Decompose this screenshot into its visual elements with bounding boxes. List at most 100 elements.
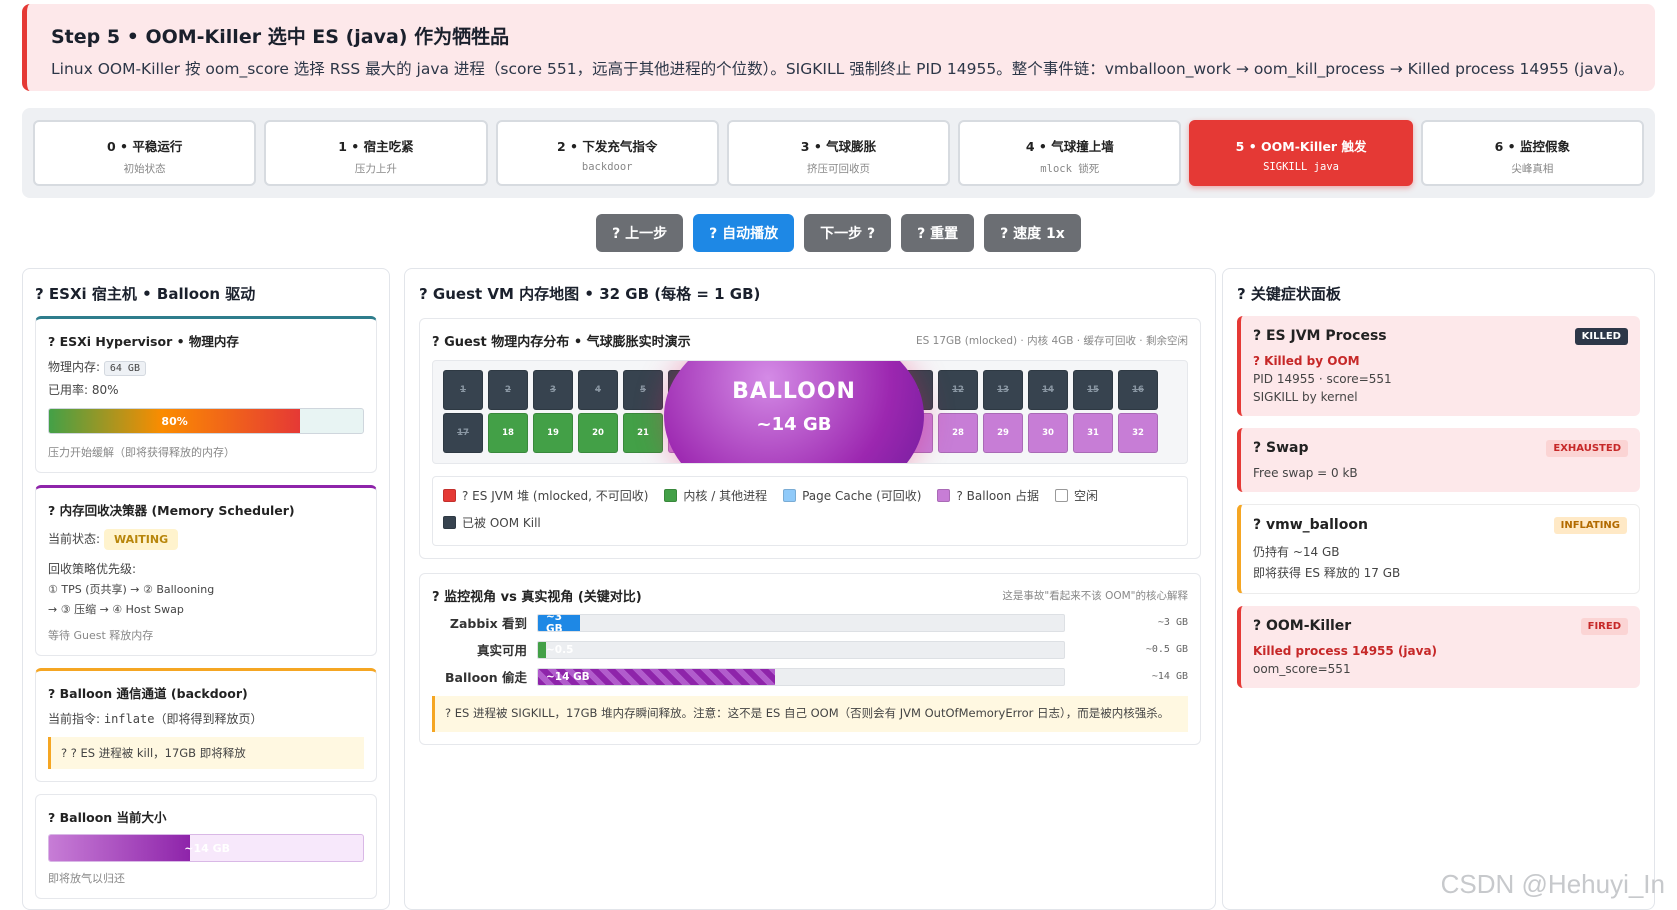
row-value: ~0.5 GB (1145, 644, 1188, 655)
state-badge: WAITING (104, 529, 179, 550)
card-title: ? ESXi Hypervisor • 物理内存 (48, 334, 239, 349)
step-subtitle: 初始状态 (123, 163, 166, 175)
balloon-name: BALLOON (732, 379, 856, 404)
legend-swatch (664, 489, 678, 502)
view-comparison-card: ? 监控视角 vs 真实视角 (关键对比) 这是事故"看起来不该 OOM"的核心… (419, 573, 1201, 745)
panel-title: ? ESXi 宿主机 • Balloon 驱动 (35, 285, 256, 303)
step-subtitle: 压力上升 (354, 163, 397, 175)
row-label: Zabbix 看到 (449, 616, 527, 631)
channel-note: ? ? ES 进程被 kill，17GB 即将释放 (48, 737, 364, 769)
comparison-note: ? ES 进程被 SIGKILL，17GB 堆内存瞬间释放。注意：这不是 ES … (432, 696, 1188, 732)
balloon-size: ~14 GB (756, 414, 832, 435)
step-2[interactable]: 2 • 下发充气指令 backdoor (495, 120, 719, 186)
step-1[interactable]: 1 • 宿主吃紧 压力上升 (264, 120, 488, 186)
banner-title: Step 5 • OOM-Killer 选中 ES (java) 作为牺牲品 (51, 26, 510, 48)
watermark: CSDN @Hehuyi_In (1440, 869, 1665, 899)
row-label: Balloon 偷走 (445, 670, 527, 685)
step-title: 6 • 监控假象 (1494, 139, 1571, 154)
memory-map-title: ? Guest 物理内存分布 • 气球膨胀实时演示 (432, 335, 691, 350)
speed-button[interactable]: ? 速度 1x (984, 214, 1081, 252)
memory-cell-balloon: 30 (1028, 413, 1068, 453)
legend-label: ? ES JVM 堆 (mlocked, 不可回收) (462, 489, 649, 503)
status-badge: KILLED (1574, 328, 1628, 345)
step-subtitle: backdoor (581, 161, 633, 173)
memory-cell-balloon: 32 (1118, 413, 1158, 453)
row-bar-fill: ~3 GB (538, 614, 581, 631)
legend-swatch (937, 489, 951, 502)
step-3[interactable]: 3 • 气球膨胀 挤压可回收页 (726, 120, 951, 186)
prev-step-button[interactable]: ? 上一步 (596, 214, 684, 252)
step-6[interactable]: 6 • 监控假象 尖峰真相 (1420, 120, 1644, 186)
memory-cell-killed: 13 (983, 370, 1023, 410)
next-step-button[interactable]: 下一步 ? (804, 214, 892, 252)
host-usage-bar: 80% (48, 408, 364, 434)
host-usage-label: 80% (161, 414, 188, 428)
row-bar-fill: ~0.5 (538, 641, 573, 658)
usage-text: 已用率: 80% (48, 383, 119, 397)
autoplay-button[interactable]: ? 自动播放 (693, 214, 795, 252)
priority-line-1: ① TPS (页共享) → ② Ballooning (48, 583, 215, 596)
memory-map-summary: ES 17GB (mlocked) · 内核 4GB · 缓存可回收 · 剩余空… (916, 335, 1188, 347)
pressure-note: 压力开始缓解（即将获得释放的内存） (48, 446, 235, 459)
card-title: ? Balloon 通信通道 (backdoor) (48, 686, 248, 701)
memory-cell-killed: 5 (623, 370, 663, 410)
panel-title: ? Guest VM 内存地图 • 32 GB (每格 = 1 GB) (419, 285, 761, 303)
memory-cell-killed: 16 (1118, 370, 1158, 410)
legend-swatch (1055, 489, 1069, 502)
step-title: 0 • 平稳运行 (106, 139, 183, 154)
command-prefix: 当前指令: (48, 712, 104, 726)
step-4[interactable]: 4 • 气球撞上墙 mlock 锁死 (958, 120, 1182, 186)
esxi-host-panel: ? ESXi 宿主机 • Balloon 驱动 ? ESXi Hyperviso… (22, 268, 390, 910)
status-badge: INFLATING (1553, 517, 1627, 534)
state-label: 当前状态: (48, 532, 101, 546)
symptom-line-3: SIGKILL by kernel (1253, 390, 1358, 404)
balloon-size-label: ~14 GB (184, 841, 231, 855)
memory-map-card: ? Guest 物理内存分布 • 气球膨胀实时演示 ES 17GB (mlock… (419, 318, 1201, 559)
symptom-line-2: oom_score=551 (1253, 662, 1351, 676)
comparison-rows: Zabbix 看到 ~3 GB ~3 GB 真实可用 ~0.5 ~0.5 GB Balloo… (432, 613, 1188, 686)
symptom-cards: ? ES JVM Process KILLED ? Killed by OOM PID… (1237, 316, 1640, 688)
comparison-row: 真实可用 ~0.5 ~0.5 GB (432, 640, 1188, 659)
symptom-line-1: Killed process 14955 (java) (1253, 644, 1438, 658)
comparison-row: Zabbix 看到 ~3 GB ~3 GB (432, 613, 1188, 632)
step-5-active[interactable]: 5 • OOM-Killer 触发 SIGKILL java (1189, 120, 1413, 186)
step-title: 1 • 宿主吃紧 (338, 139, 414, 154)
legend-item: 已被 OOM Kill (443, 514, 541, 531)
memory-cell-killed: 3 (533, 370, 573, 410)
memory-cell-killed: 17 (443, 413, 483, 453)
guest-vm-panel: ? Guest VM 内存地图 • 32 GB (每格 = 1 GB) ? Gu… (404, 268, 1216, 910)
symptom-card: ? Swap EXHAUSTED Free swap = 0 kB (1237, 428, 1640, 492)
panel-title: ? 关键症状面板 (1237, 285, 1341, 303)
priority-line-2: → ③ 压缩 → ④ Host Swap (48, 603, 184, 616)
balloon-channel-card: ? Balloon 通信通道 (backdoor) 当前指令: inflate（… (35, 668, 377, 782)
symptom-line-1: 仍持有 ~14 GB (1253, 545, 1340, 559)
symptom-line-2: PID 14955 · score=551 (1253, 372, 1392, 386)
legend-label: 空闲 (1074, 489, 1099, 503)
step-title: 5 • OOM-Killer 触发 (1235, 139, 1367, 154)
legend-swatch (443, 516, 456, 529)
legend-swatch (783, 489, 797, 502)
memory-cell-kernel: 18 (488, 413, 528, 453)
symptom-line-1: Free swap = 0 kB (1253, 466, 1358, 480)
symptom-card: ? OOM-Killer FIRED Killed process 14955 (j… (1237, 606, 1640, 688)
memory-cell-balloon: 29 (983, 413, 1023, 453)
step-banner: Step 5 • OOM-Killer 选中 ES (java) 作为牺牲品 L… (22, 4, 1655, 91)
balloon-size-note: 即将放气以归还 (48, 872, 125, 885)
step-title: 2 • 下发充气指令 (557, 139, 658, 154)
memory-grid: 1234567891011121314151617181920212223242… (432, 360, 1188, 464)
legend-swatch (443, 489, 456, 502)
row-value: ~14 GB (1151, 671, 1188, 682)
legend-label: 已被 OOM Kill (462, 516, 541, 530)
step-0[interactable]: 0 • 平稳运行 初始状态 (33, 120, 257, 186)
step-subtitle: 尖峰真相 (1511, 163, 1554, 175)
legend-item: 空闲 (1055, 487, 1098, 504)
priority-title: 回收策略优先级: (48, 562, 137, 576)
symptom-card: ? ES JVM Process KILLED ? Killed by OOM PID… (1237, 316, 1640, 416)
scheduler-note: 等待 Guest 释放内存 (48, 629, 154, 642)
memory-cell-balloon: 31 (1073, 413, 1113, 453)
reset-button[interactable]: ? 重置 (901, 214, 975, 252)
memory-cell-killed: 15 (1073, 370, 1113, 410)
legend-item: 内核 / 其他进程 (664, 487, 767, 504)
command-value: inflate (103, 712, 155, 726)
symptom-line-1: ? Killed by OOM (1253, 354, 1360, 368)
